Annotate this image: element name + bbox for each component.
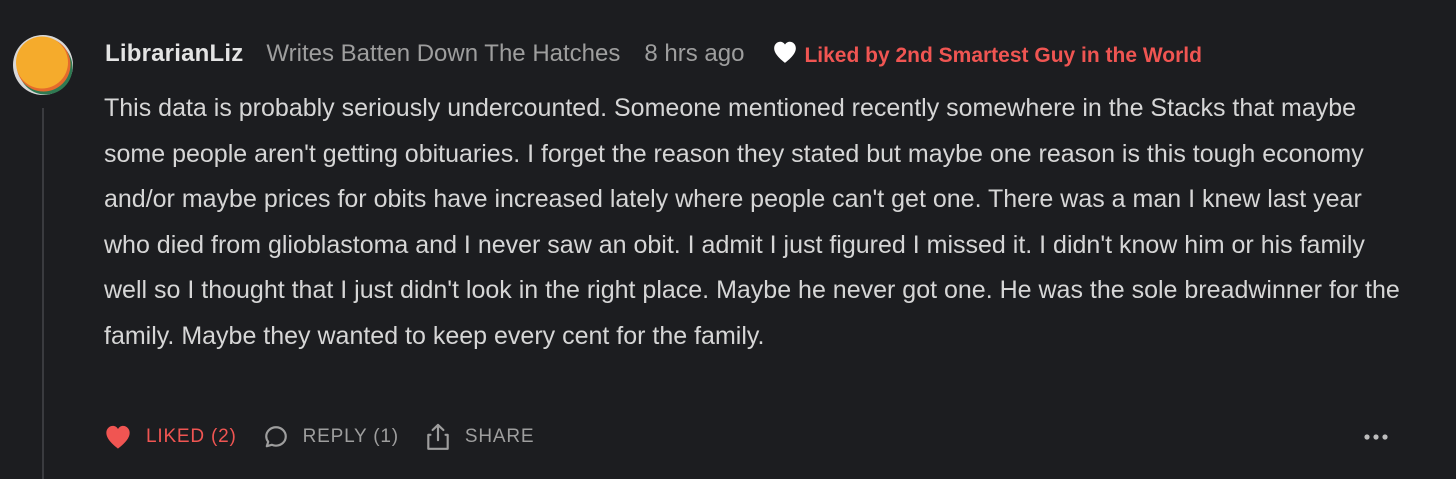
liked-by-badge: Liked by 2nd Smartest Guy in the World [804, 44, 1202, 67]
share-button[interactable]: SHARE [425, 423, 534, 451]
heart-outline-icon [774, 41, 797, 63]
comment-actions: LIKED (2) REPLY (1) SHARE [104, 418, 560, 456]
comment-timestamp[interactable]: 8 hrs ago [644, 40, 744, 68]
comment-body: This data is probably seriously undercou… [104, 94, 1400, 350]
share-label: SHARE [464, 426, 535, 447]
like-button[interactable]: LIKED (2) [104, 424, 237, 450]
comment: LibrarianLiz Writes Batten Down The Hatc… [0, 0, 1456, 479]
avatar[interactable] [12, 34, 74, 96]
share-icon [427, 423, 449, 450]
reply-button[interactable]: REPLY (1) [263, 424, 399, 450]
speech-bubble-icon [264, 426, 287, 448]
like-label: LIKED (2) [146, 426, 237, 447]
comment-header: LibrarianLiz Writes Batten Down The Hatc… [105, 36, 1202, 72]
author-name[interactable]: LibrarianLiz [105, 40, 243, 68]
heart-filled-icon [106, 425, 130, 449]
thread-line[interactable] [42, 108, 44, 479]
more-options-button[interactable] [1359, 426, 1393, 448]
ellipsis-icon [1364, 434, 1388, 440]
author-publication[interactable]: Writes Batten Down The Hatches [266, 40, 620, 68]
reply-label: REPLY (1) [302, 426, 399, 447]
